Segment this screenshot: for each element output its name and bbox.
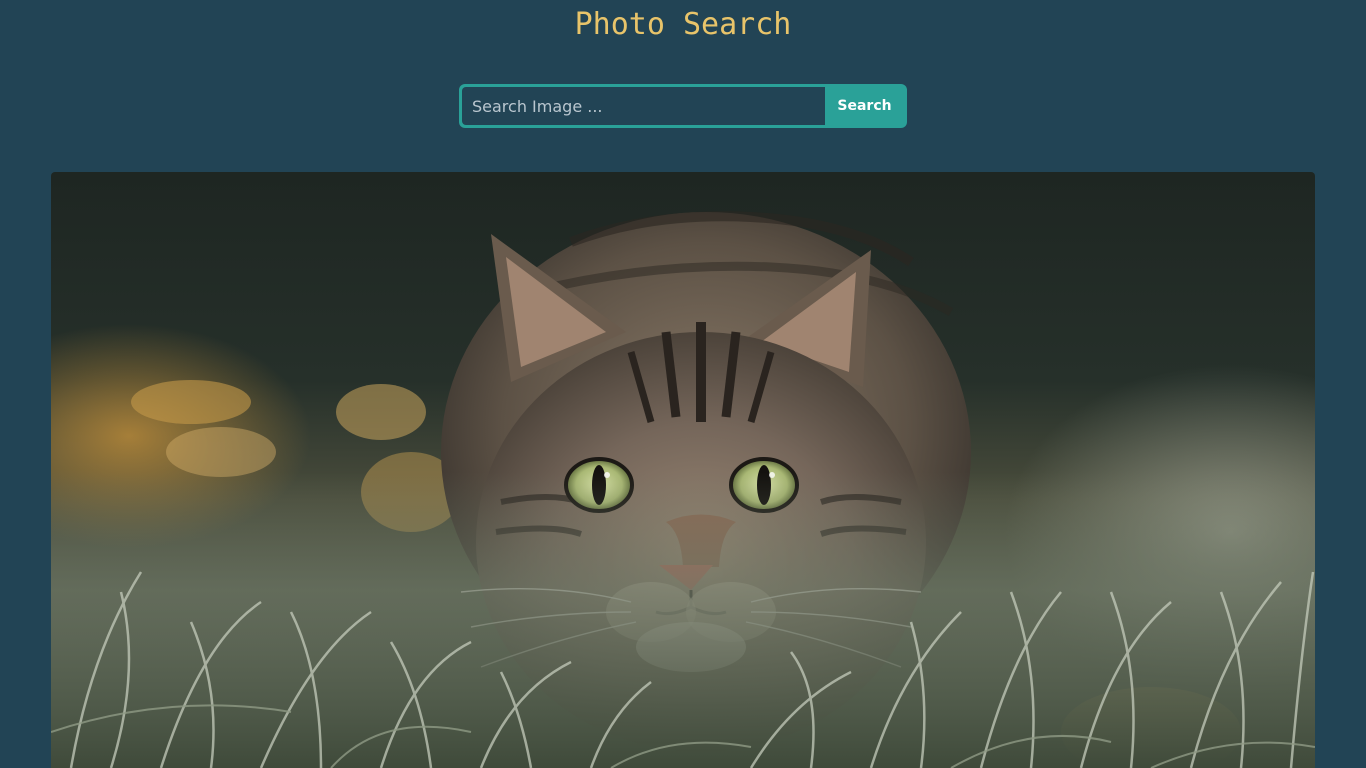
search-input[interactable]	[462, 87, 825, 125]
page-title: Photo Search	[574, 7, 792, 42]
search-form: Search	[459, 84, 907, 128]
photo-results	[51, 172, 1315, 768]
search-button[interactable]: Search	[825, 87, 904, 125]
photo-result-cat[interactable]	[51, 172, 1315, 768]
